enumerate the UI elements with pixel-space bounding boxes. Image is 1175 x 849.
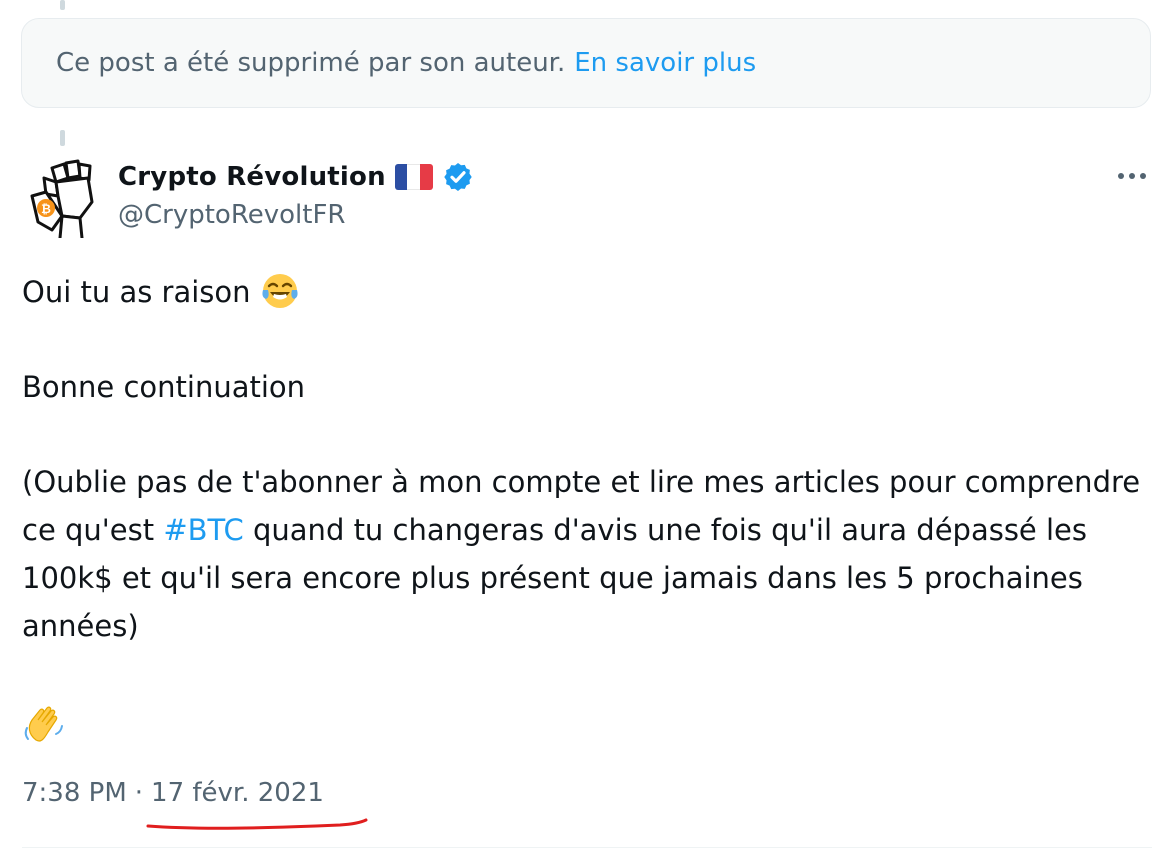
tweet-line-1: Oui tu as raison (22, 268, 1142, 316)
thread-connector-top (60, 0, 65, 10)
deleted-post-notice: Ce post a été supprimé par son auteur. E… (21, 18, 1151, 108)
tweet-line-2: Bonne continuation (22, 370, 306, 404)
tweet-date[interactable]: 17 févr. 2021 (151, 778, 324, 808)
tweet-timestamp: 7:38 PM · 17 févr. 2021 (22, 778, 324, 808)
tweet-body: Oui tu as raison Bonne continuation (Oub… (22, 268, 1142, 650)
avatar[interactable]: ₿ (22, 156, 100, 238)
thread-connector-middle (60, 130, 65, 146)
display-name-row: Crypto Révolution (118, 158, 474, 196)
divider (22, 847, 1152, 848)
tweet-time[interactable]: 7:38 PM (22, 778, 127, 808)
meta-separator: · (134, 778, 144, 808)
author-names: Crypto Révolution @CryptoRevoltFR (118, 158, 474, 230)
tweet-author-header: ₿ Crypto Révolution @CryptoRevoltFR (22, 152, 1152, 242)
more-options-icon[interactable] (1112, 164, 1152, 188)
france-flag-icon (394, 164, 433, 190)
tweet-page: Ce post a été supprimé par son auteur. E… (0, 0, 1175, 849)
verified-badge-icon[interactable] (442, 161, 474, 193)
hashtag-btc-link[interactable]: #BTC (163, 513, 243, 547)
deleted-post-text: Ce post a été supprimé par son auteur. (56, 48, 566, 78)
author-handle[interactable]: @CryptoRevoltFR (118, 200, 474, 230)
svg-text:₿: ₿ (41, 202, 51, 216)
learn-more-link[interactable]: En savoir plus (574, 48, 756, 78)
waving-hand-icon (24, 706, 63, 742)
red-hand-drawn-underline (146, 818, 368, 830)
face-with-tears-of-joy-icon (262, 274, 298, 308)
author-display-name[interactable]: Crypto Révolution (118, 162, 386, 192)
tweet-paragraph-3: (Oublie pas de t'abonner à mon compte et… (22, 465, 1141, 643)
